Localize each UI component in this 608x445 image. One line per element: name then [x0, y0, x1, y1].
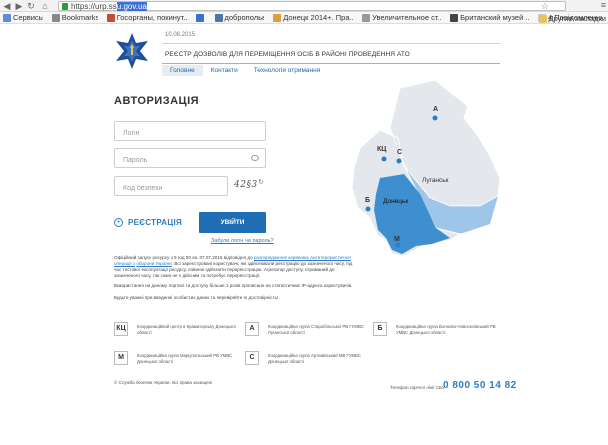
map-point-b[interactable] [365, 206, 371, 212]
bookmark-item[interactable]: Увеличительное ст... [359, 13, 441, 22]
legend-code-a: А [245, 322, 259, 336]
map-label-donetsk: Донецьк [383, 198, 408, 205]
map-label-luhansk: Луганськ [422, 177, 449, 184]
bookmark-item[interactable]: Британский музей ... [447, 13, 529, 22]
forward-icon[interactable]: ▶ [14, 1, 24, 11]
menu-item-contacts[interactable]: Контакти [203, 65, 246, 76]
menu-item-technology[interactable]: Технологія отримання [246, 65, 329, 76]
eye-icon[interactable] [251, 155, 259, 161]
legend-text-b: Координаційна група Волново-Новоселівськ… [396, 324, 496, 335]
copyright: © Служба безпеки України. Всі права захи… [114, 380, 213, 385]
bookmarks-bar: Сервисы Bookmarks Госорганы, покинут... доб… [0, 12, 608, 24]
bookmark-favicon-icon [106, 13, 115, 22]
legend-text-s: Координаційна група Артемівський МВ ГУМВ… [268, 353, 361, 364]
home-icon[interactable]: ⌂ [40, 1, 50, 11]
address-bar[interactable]: https://urp.ssu.gov.ua ☆ [58, 1, 566, 11]
main-menu: Головне Контакти Технологія отримання [162, 65, 328, 76]
back-icon[interactable]: ◀ [2, 1, 12, 11]
sbu-emblem-icon [116, 33, 148, 69]
legend-code-m: М [114, 351, 128, 365]
divider [162, 43, 500, 44]
login-button[interactable]: УВІЙТИ [199, 212, 266, 233]
bookmark-favicon-icon [362, 13, 371, 22]
divider [162, 63, 500, 64]
legend-text-m: Координаційна група Маріупольський РВ УМ… [137, 353, 233, 364]
bookmark-item[interactable] [193, 13, 206, 22]
lock-icon [62, 3, 68, 10]
legend-text-a: Координаційна група Старобільської РВ ГУ… [268, 324, 364, 335]
info-paragraph-2: Використання на даному порталі та доступ… [114, 283, 353, 288]
site-title: РЕЄСТР ДОЗВОЛІВ ДЛЯ ПЕРЕМІЩЕННЯ ОСІБ В Р… [165, 51, 410, 58]
legend-code-kts: КЦ [114, 322, 128, 336]
reload-icon[interactable]: ↻ [26, 1, 36, 11]
bookmark-item[interactable]: добропольє [212, 13, 264, 22]
region-map: А КЦ С Луганськ Б Донецьк М [351, 79, 501, 257]
captcha-input[interactable] [115, 179, 227, 198]
bookmark-item[interactable]: Bookmarks [49, 13, 98, 22]
captcha-reload-icon[interactable]: ↻ [258, 178, 264, 186]
bookmark-favicon-icon [51, 13, 60, 22]
map-label-b: Б [365, 197, 370, 204]
register-link[interactable]: РЕЄСТРАЦІЯ [128, 218, 182, 227]
bookmark-favicon-icon [273, 13, 282, 22]
bookmark-item[interactable]: Донецк 2014+. Пра... [270, 13, 353, 22]
menu-item-home[interactable]: Головне [162, 65, 203, 76]
auth-title: АВТОРИЗАЦІЯ [114, 95, 200, 107]
other-bookmarks[interactable]: Другие закладки [536, 14, 606, 23]
legend-code-b: Б [373, 322, 387, 336]
forgot-password-link[interactable]: Забули логін чи пароль? [211, 238, 274, 244]
folder-icon [538, 14, 547, 23]
bookmark-favicon-icon [450, 13, 459, 22]
legend-code-s: С [245, 351, 259, 365]
map-label-kts: КЦ [377, 146, 387, 153]
captcha-image: 42§3 [234, 180, 258, 190]
map-label-m: М [394, 236, 400, 243]
password-input[interactable] [115, 151, 265, 170]
info-link-defense[interactable]: оборони України [136, 261, 171, 266]
browser-toolbar: ◀ ▶ ↻ ⌂ https://urp.ssu.gov.ua ☆ ≡ [0, 0, 608, 12]
info-paragraph-3: Будьте уважні при введенні особистих дан… [114, 295, 279, 300]
legend-text-kts: Координаційний центр в Краматорську Доне… [137, 324, 236, 335]
password-field[interactable] [114, 148, 266, 170]
bookmark-favicon-icon [214, 13, 223, 22]
info-paragraph-1: Офіційний запуск ресурсу з 9 год 00 хв. … [114, 255, 353, 278]
menu-icon[interactable]: ≡ [601, 0, 606, 10]
login-field[interactable] [114, 121, 266, 143]
hotline-label: Телефон гарячої лінії СБУ [390, 385, 445, 390]
map-point-m[interactable] [395, 242, 401, 248]
map-label-a: А [433, 106, 438, 113]
map-point-s[interactable] [396, 158, 402, 164]
bookmark-favicon-icon [195, 13, 204, 22]
map-point-kts[interactable] [381, 156, 387, 162]
bookmark-item[interactable]: Госорганы, покинут... [104, 13, 187, 22]
url-text[interactable]: https://urp.ssu.gov.ua [71, 2, 147, 11]
date-label: 10.08.2015 [165, 32, 196, 38]
captcha-field[interactable] [114, 176, 228, 198]
bookmark-star-icon[interactable]: ☆ [541, 1, 549, 12]
login-input[interactable] [115, 124, 265, 143]
map-point-a[interactable] [432, 115, 438, 121]
register-icon[interactable]: + [114, 218, 123, 227]
bookmark-item[interactable]: Сервисы [0, 13, 43, 22]
bookmark-favicon-icon [3, 13, 11, 22]
map-label-s: С [397, 149, 402, 156]
hotline-number[interactable]: 0 800 50 14 82 [443, 380, 517, 391]
